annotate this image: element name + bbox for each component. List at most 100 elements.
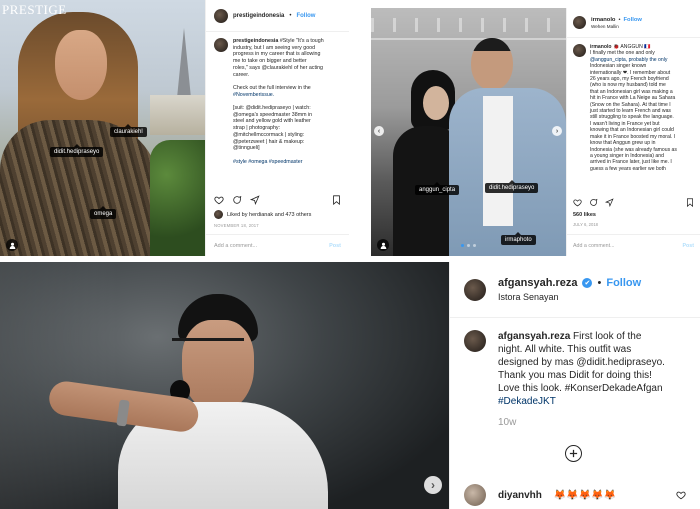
railing bbox=[371, 18, 566, 32]
comment-box: Add a comment... Post bbox=[567, 234, 700, 256]
separator-dot: • bbox=[618, 16, 621, 23]
fur-coat bbox=[0, 120, 160, 256]
caption-line: a young singer in Indonesia) and bbox=[590, 152, 664, 159]
caption-line: me to take on bigger and better bbox=[233, 58, 307, 65]
share-icon[interactable] bbox=[250, 195, 260, 205]
follow-button[interactable]: Follow bbox=[606, 277, 641, 289]
carousel-dot bbox=[467, 244, 470, 247]
bookmark-icon[interactable] bbox=[686, 198, 694, 207]
eiffel-tower bbox=[177, 28, 191, 98]
plant bbox=[150, 140, 205, 256]
post-afgansyah: › afgansyah.reza ✔ • Follow Istora Senay… bbox=[0, 256, 700, 509]
caption-line: I wasn't living in France yet but bbox=[590, 120, 660, 127]
brand-logo: PRESTIGE bbox=[2, 2, 67, 17]
post-button[interactable]: Post bbox=[683, 243, 694, 249]
carousel-next-button[interactable]: › bbox=[424, 476, 442, 494]
avatar[interactable] bbox=[214, 38, 228, 52]
comment-icon[interactable] bbox=[232, 195, 242, 205]
caption-line: strap | photography: bbox=[233, 125, 281, 132]
location-link[interactable]: Wehen Mallin bbox=[591, 24, 642, 29]
post-date: NOVEMBER 18, 2017 bbox=[214, 223, 259, 228]
add-comment-input[interactable]: Add a comment... bbox=[573, 243, 615, 249]
railing bbox=[371, 38, 566, 40]
carousel-dot bbox=[473, 244, 476, 247]
comment-username[interactable]: diyanvhh bbox=[498, 490, 542, 501]
caption-line: guess a few years earlier we both bbox=[590, 165, 666, 172]
load-more-comments-button[interactable] bbox=[565, 445, 582, 462]
separator-dot: • bbox=[597, 277, 602, 289]
location-link[interactable]: Istora Senayan bbox=[498, 292, 641, 302]
likes-text[interactable]: Liked by herdianak and 473 others bbox=[227, 212, 311, 218]
user-tag-icon[interactable] bbox=[377, 239, 389, 251]
photo-tag[interactable]: didit.hedipraseyo bbox=[485, 180, 539, 193]
caption-line: night. All white. This outfit was bbox=[498, 344, 632, 355]
post-header: prestigeindonesia • Follow bbox=[206, 0, 349, 32]
hashtag-link[interactable]: #Novemberissue. bbox=[233, 92, 274, 98]
caption-username[interactable]: irmanolo bbox=[590, 44, 612, 50]
carousel-next-button[interactable]: › bbox=[552, 126, 562, 136]
post-header: irmanolo • Follow Wehen Mallin bbox=[567, 8, 700, 38]
caption-line: just started to learn French and was bbox=[590, 108, 671, 115]
photo-tag[interactable]: didit.hedipraseyo bbox=[50, 144, 104, 157]
user-tag-icon[interactable] bbox=[6, 239, 18, 251]
avatar[interactable] bbox=[573, 16, 586, 29]
header-text: irmanolo • Follow Wehen Mallin bbox=[591, 17, 642, 29]
mention-link[interactable]: @anggun_cipta, probably the only bbox=[590, 57, 667, 63]
carousel-prev-button[interactable]: ‹ bbox=[374, 126, 384, 136]
caption-line: @omega's speedmaster 38mm in bbox=[233, 111, 313, 118]
comment-icon[interactable] bbox=[589, 198, 598, 207]
post-irmanolo: anggun_cipta didit.hedipraseyo irmaphoto… bbox=[371, 8, 700, 256]
photo-tag[interactable]: claurakiehl bbox=[110, 124, 147, 137]
caption-line: career. bbox=[233, 71, 250, 78]
caption-username[interactable]: afgansyah.reza bbox=[498, 331, 570, 342]
add-comment-input[interactable]: Add a comment... bbox=[214, 243, 257, 249]
woman-face bbox=[55, 30, 107, 100]
username-link[interactable]: afgansyah.reza bbox=[498, 277, 577, 289]
likes-text[interactable]: 560 likes bbox=[573, 212, 596, 218]
avatar[interactable] bbox=[214, 8, 228, 23]
bookmark-icon[interactable] bbox=[332, 195, 341, 205]
hashtag-link[interactable]: #DekadeJKT bbox=[498, 396, 556, 407]
carousel-dot bbox=[461, 244, 464, 247]
post-sidebar: irmanolo • Follow Wehen Mallin irmanolo … bbox=[566, 8, 700, 256]
avatar[interactable] bbox=[464, 484, 486, 506]
photo-tag[interactable]: omega bbox=[90, 206, 117, 219]
post-button[interactable]: Post bbox=[329, 243, 341, 249]
caption-head: 🐞 ANGGUN 🇫🇷 bbox=[612, 44, 651, 50]
avatar[interactable] bbox=[464, 330, 486, 352]
follow-button[interactable]: Follow bbox=[296, 13, 315, 19]
username-link[interactable]: irmanolo bbox=[591, 17, 615, 23]
follow-button[interactable]: Follow bbox=[624, 17, 642, 23]
caption-username[interactable]: prestigeindonesia bbox=[233, 38, 278, 44]
post-age: 10w bbox=[498, 417, 517, 428]
caption-line: (Snow on the Sahara). At that time I bbox=[590, 101, 671, 108]
share-icon[interactable] bbox=[605, 198, 614, 207]
photo-tag[interactable]: anggun_cipta bbox=[415, 182, 460, 195]
heart-icon[interactable] bbox=[676, 490, 686, 500]
caption-line: @peterzweet | hair & makeup: bbox=[233, 138, 305, 145]
man-head bbox=[471, 38, 513, 90]
caption-line: hit in France with La Neige au Sahara bbox=[590, 95, 676, 102]
avatar[interactable] bbox=[464, 278, 486, 301]
photo-tag[interactable]: irmaphoto bbox=[501, 232, 536, 245]
heart-icon[interactable] bbox=[573, 198, 582, 207]
caption-line: still struggling to speak the language. bbox=[590, 114, 674, 121]
post-photo[interactable]: › bbox=[0, 262, 449, 509]
heart-icon[interactable] bbox=[214, 195, 224, 205]
caption-line: (who is now my husband) told me bbox=[590, 82, 666, 89]
separator-dot: • bbox=[289, 12, 292, 19]
likes-row: Liked by herdianak and 473 others bbox=[214, 210, 311, 219]
avatar[interactable] bbox=[214, 210, 223, 219]
avatar[interactable] bbox=[573, 44, 586, 57]
header-text: afgansyah.reza ✔ • Follow Istora Senayan bbox=[498, 277, 641, 302]
woman-face bbox=[423, 86, 449, 120]
caption-line: Love this look. #KonserDekadeAfgan bbox=[498, 383, 663, 394]
username-link[interactable]: prestigeindonesia bbox=[233, 13, 284, 19]
caption: afgansyah.reza First look of the night. … bbox=[450, 330, 700, 440]
caption: irmanolo 🐞 ANGGUN 🇫🇷 I finally met the o… bbox=[567, 44, 700, 204]
hashtag-link[interactable]: #style #omega #speedmaster bbox=[233, 159, 303, 165]
caption-text: irmanolo 🐞 ANGGUN 🇫🇷 I finally met the o… bbox=[590, 44, 677, 204]
post-photo[interactable]: anggun_cipta didit.hedipraseyo irmaphoto… bbox=[371, 8, 566, 256]
caption-line: @tinngueli] bbox=[233, 145, 260, 152]
post-photo[interactable]: PRESTIGE claurakiehl didit.hedipraseyo o… bbox=[0, 0, 205, 256]
